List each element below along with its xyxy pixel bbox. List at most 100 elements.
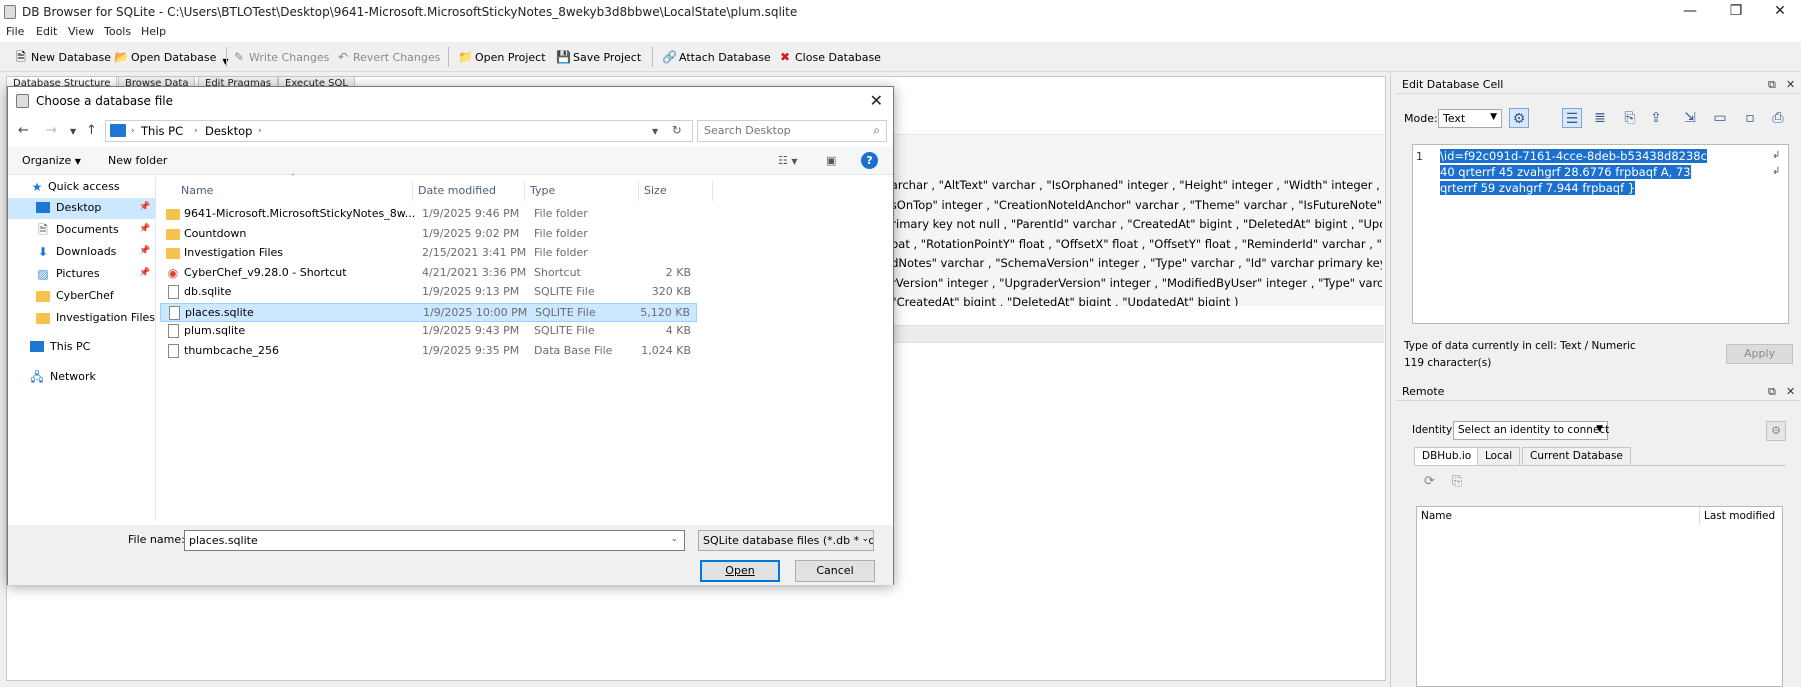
preview-pane-icon[interactable]: ▣ [826,154,836,167]
tab-current-database[interactable]: Current Database [1522,447,1631,465]
back-icon[interactable]: ← [18,123,29,138]
tab-dbhub[interactable]: DBHub.io [1414,447,1480,465]
close-database-button[interactable]: ✖ Close Database [778,47,881,67]
clone-icon[interactable]: ⎘ [1452,474,1462,489]
cancel-button[interactable]: Cancel [795,560,875,582]
menu-view[interactable]: View [68,25,94,38]
file-date: 1/9/2025 9:35 PM [422,343,520,357]
view-options-icon[interactable]: ☷ ▼ [778,154,798,167]
mode-select[interactable]: Text ▼ [1438,109,1502,128]
nav-network[interactable]: 🖧 Network [8,367,155,388]
open-database-button[interactable]: 📂Open Database ▼ [114,47,229,67]
path-this-pc[interactable]: This PC [141,124,183,138]
dialog-close-button[interactable]: ✕ [870,91,883,110]
close-panel-icon[interactable]: ✕ [1786,385,1795,398]
col-type[interactable]: Type [525,181,639,201]
folder-icon [36,311,50,325]
file-row[interactable]: db.sqlite 1/9/2025 9:13 PM SQLITE File 320 … [160,283,697,302]
float-panel-icon[interactable]: ⧉ [1768,385,1776,399]
file-row[interactable]: Investigation Files 2/15/2021 3:41 PM File… [160,244,697,263]
file-row[interactable]: ◉ CyberChef_v9.28.0 - Shortcut 4/21/2021 3… [160,264,697,283]
organize-button[interactable]: Organize ▼ [22,154,81,167]
chrome-icon: ◉ [167,265,179,280]
pin-icon: 📌 [139,246,151,256]
forward-icon[interactable]: → [46,123,57,138]
new-folder-button[interactable]: New folder [108,154,167,167]
desktop-icon [36,202,50,213]
search-input[interactable] [704,124,864,137]
menu-edit[interactable]: Edit [36,25,57,38]
export-file-icon[interactable]: ⇲ [1680,108,1700,128]
cell-text[interactable]: \id=f92c091d-7161-4cce-8deb-b53438d8238c… [1440,148,1714,196]
print-icon[interactable]: ⎙ [1768,108,1788,128]
file-date: 1/9/2025 9:46 PM [422,207,520,220]
nav-cyberchef[interactable]: CyberChef [8,286,155,307]
import-icon[interactable]: ⎘ [1620,108,1640,128]
address-bar[interactable]: › This PC › Desktop › ▼ ↻ [105,120,693,142]
address-dropdown-icon[interactable]: ▼ [652,127,658,136]
chevron-down-icon[interactable]: ⌄ [670,534,678,544]
close-panel-icon[interactable]: ✕ [1786,78,1795,91]
format-icon[interactable]: ≣ [1590,108,1610,128]
new-database-button[interactable]: 🗎 New Database [14,47,111,67]
col-name[interactable]: Name [176,181,413,201]
file-row[interactable]: plum.sqlite 1/9/2025 9:43 PM SQLITE File 4 … [160,322,697,341]
nav-quick-access[interactable]: ★ Quick access [8,177,155,198]
nav-pictures[interactable]: ▨ Pictures 📌 [8,264,155,285]
filename-input[interactable]: places.sqlite ⌄ [184,530,685,551]
file-icon [167,305,181,320]
write-changes-button[interactable]: ✎ Write Changes [232,47,329,67]
nav-this-pc[interactable]: This PC [8,337,155,358]
nav-label: Pictures [56,267,100,280]
attach-database-button[interactable]: 🔗 Attach Database [662,47,771,67]
toolbar-separator [226,47,227,67]
col-date-modified[interactable]: Date modified [413,181,525,201]
remote-list[interactable]: Name Last modified [1416,506,1783,687]
file-row[interactable]: 9641-Microsoft.MicrosoftStickyNotes_8w..… [160,205,697,224]
close-window-button[interactable]: ✕ [1757,0,1801,24]
file-type-filter[interactable]: SQLite database files (*.db *.sql ⌄ [698,530,874,551]
col-last-modified[interactable]: Last modified [1699,507,1779,525]
menu-file[interactable]: File [6,25,24,38]
identity-select[interactable]: Select an identity to connect ▼ [1453,421,1609,440]
set-null-icon[interactable]: ▭ [1710,108,1730,128]
export-icon[interactable]: ⇪ [1646,108,1666,128]
nav-downloads[interactable]: ⬇ Downloads 📌 [8,242,155,263]
open-project-button[interactable]: 📁 Open Project [458,47,546,67]
menu-help[interactable]: Help [141,25,166,38]
selected-cell-text: \id=f92c091d-7161-4cce-8deb-b53438d8238c… [1440,149,1707,195]
nav-documents[interactable]: 🗎 Documents 📌 [8,220,155,241]
col-name[interactable]: Name [1417,507,1456,525]
revert-changes-button[interactable]: ↶ Revert Changes [336,47,440,67]
identity-settings-icon[interactable]: ⚙ [1766,421,1786,441]
nav-desktop[interactable]: Desktop 📌 [8,198,155,219]
apply-button[interactable]: Apply [1726,344,1793,364]
refresh-icon[interactable]: ↻ [672,123,682,137]
file-name: places.sqlite [185,305,254,319]
file-row[interactable]: Countdown 1/9/2025 9:02 PM File folder [160,225,697,244]
search-box[interactable]: ⌕ [697,120,887,142]
refresh-icon[interactable]: ⟳ [1424,474,1435,489]
menu-tools[interactable]: Tools [104,25,131,38]
schema-line: ysOnTop" integer , "CreationNoteIdAnchor… [884,198,1382,212]
word-wrap-icon[interactable]: ☰ [1562,108,1582,128]
up-icon[interactable]: ↑ [86,123,97,138]
minimize-button[interactable]: — [1667,0,1713,24]
file-row[interactable]: places.sqlite 1/9/2025 10:00 PM SQLITE Fil… [160,302,697,322]
file-row[interactable]: thumbcache_256 1/9/2025 9:35 PM Data Base … [160,342,697,361]
path-desktop[interactable]: Desktop [205,124,252,138]
col-size[interactable]: Size [639,181,713,201]
recent-chevron-icon[interactable]: ▼ [70,127,76,136]
auto-switch-icon[interactable]: ⚙ [1509,108,1529,128]
open-button[interactable]: Open [700,560,780,582]
help-icon[interactable]: ? [861,152,878,169]
nav-investigation-files[interactable]: Investigation Files [8,308,155,329]
tab-local[interactable]: Local [1477,447,1521,465]
float-panel-icon[interactable]: ⧉ [1768,78,1776,92]
attach-database-label: Attach Database [679,50,771,64]
clear-icon[interactable]: ▫ [1740,108,1760,128]
file-date: 1/9/2025 10:00 PM [423,305,528,319]
save-project-button[interactable]: 💾 Save Project [556,47,641,67]
restore-button[interactable]: ❐ [1713,0,1759,24]
chevron-right-icon: › [131,126,135,136]
